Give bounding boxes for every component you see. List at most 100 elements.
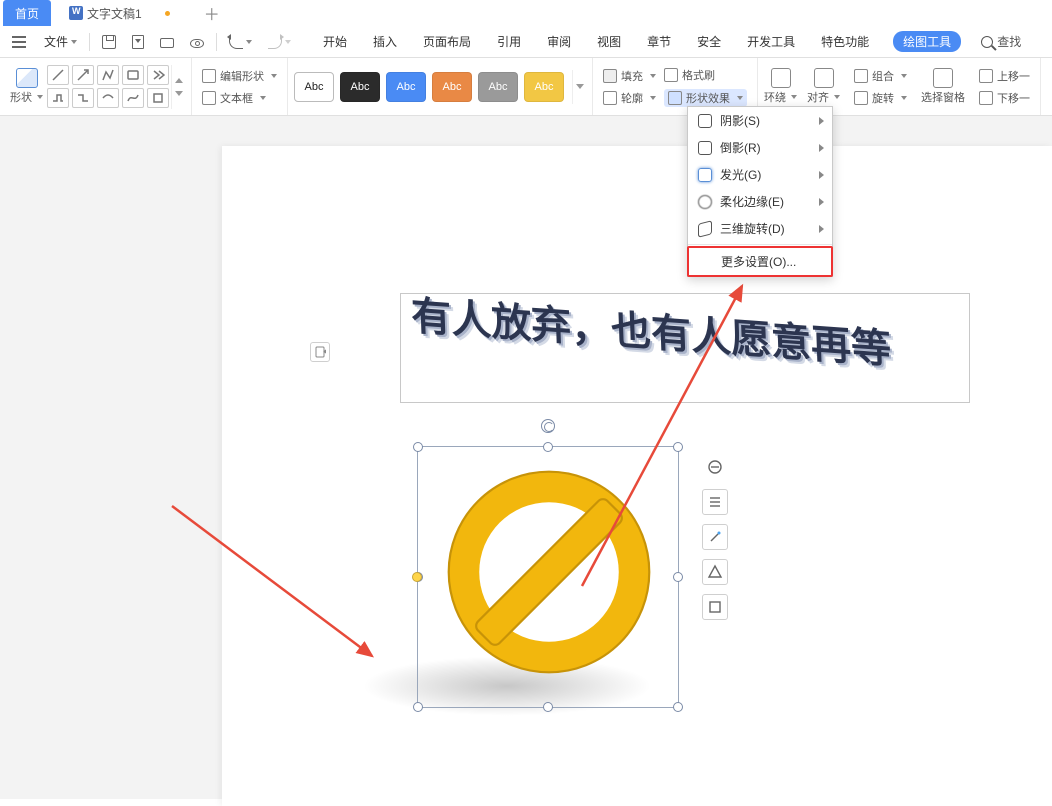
caret-icon	[71, 40, 77, 44]
resize-handle[interactable]	[673, 702, 683, 712]
dd-more-label: 更多设置(O)...	[721, 253, 796, 270]
document-tabs: 首页 文字文稿1 ＋	[0, 0, 1052, 26]
chevron-down-icon	[576, 84, 584, 89]
movedn-button[interactable]: 下移一	[979, 90, 1030, 106]
mt-effect[interactable]	[702, 594, 728, 620]
dd-reflection[interactable]: 倒影(R)	[688, 134, 832, 161]
wrap-button[interactable]: 环绕	[764, 68, 797, 105]
mt-wrap[interactable]	[702, 489, 728, 515]
mt-layout[interactable]	[702, 454, 728, 480]
tab-review[interactable]: 审阅	[545, 31, 573, 52]
fmtpainter-label: 格式刷	[682, 67, 715, 83]
ribbon-group-edit: 编辑形状 文本框	[192, 58, 288, 115]
tab-layout[interactable]: 页面布局	[421, 31, 473, 52]
preset-dark[interactable]: Abc	[340, 72, 380, 102]
doc-icon	[69, 6, 83, 20]
align-button[interactable]: 对齐	[807, 68, 840, 105]
menu-button[interactable]	[6, 32, 34, 52]
moveup-button[interactable]: 上移一	[979, 68, 1030, 84]
search-button[interactable]: 查找	[981, 33, 1021, 50]
sub-arrow-icon	[819, 225, 824, 233]
dd-shadow[interactable]: 阴影(S)	[688, 107, 832, 134]
effect-label: 形状效果	[686, 90, 730, 106]
tab-new[interactable]: ＋	[194, 0, 230, 26]
preset-blue[interactable]: Abc	[386, 72, 426, 102]
effect-icon	[668, 91, 682, 105]
export-button[interactable]	[126, 33, 150, 51]
annotation-highlight: 更多设置(O)...	[687, 246, 833, 277]
tab-view[interactable]: 视图	[595, 31, 623, 52]
group-label: 组合	[872, 68, 894, 84]
outline-icon	[603, 91, 617, 105]
redo-button[interactable]	[262, 33, 297, 51]
no-sign-shape[interactable]	[440, 463, 658, 681]
selpane-icon	[933, 68, 953, 88]
preset-gray[interactable]: Abc	[478, 72, 518, 102]
preset-yellow[interactable]: Abc	[524, 72, 564, 102]
gallery-more[interactable]	[171, 65, 185, 109]
sub-arrow-icon	[819, 171, 824, 179]
selpane-button[interactable]: 选择窗格	[921, 68, 965, 105]
selected-shape-frame[interactable]	[417, 446, 679, 708]
rotate-handle[interactable]	[541, 419, 555, 433]
resize-handle[interactable]	[543, 442, 553, 452]
floating-layout-button[interactable]	[310, 342, 330, 362]
tab-special[interactable]: 特色功能	[819, 31, 871, 52]
shape-gallery[interactable]	[47, 65, 169, 108]
tab-security[interactable]: 安全	[695, 31, 723, 52]
tab-document[interactable]: 文字文稿1	[57, 0, 154, 26]
wordart-title[interactable]: 有人放弃，也有人愿意再等	[400, 293, 970, 403]
preset-white[interactable]: Abc	[294, 72, 334, 102]
editshape-icon	[202, 69, 216, 83]
resize-handle[interactable]	[673, 572, 683, 582]
hamburger-icon	[12, 34, 28, 50]
group-button[interactable]: 组合	[854, 68, 907, 84]
tab-reference[interactable]: 引用	[495, 31, 523, 52]
rot3d-icon	[698, 220, 712, 237]
fmtpainter-button[interactable]: 格式刷	[664, 67, 747, 83]
effect-button[interactable]: 形状效果	[664, 89, 747, 107]
file-menu[interactable]: 文件	[38, 31, 83, 52]
paintbrush-icon	[664, 68, 678, 82]
wrap-label: 环绕	[764, 89, 786, 105]
dd-more-settings[interactable]: 更多设置(O)...	[689, 248, 831, 275]
tab-drawing[interactable]: 绘图工具	[893, 31, 961, 52]
textbox-button[interactable]: 文本框	[202, 90, 277, 106]
adjust-handle[interactable]	[410, 570, 424, 584]
fill-icon	[603, 69, 617, 83]
tab-home[interactable]: 首页	[3, 0, 51, 26]
resize-handle[interactable]	[413, 442, 423, 452]
caret-icon	[260, 96, 266, 100]
mt-fill[interactable]	[702, 524, 728, 550]
edit-shape-button[interactable]: 编辑形状	[202, 68, 277, 84]
textbox-icon	[202, 91, 216, 105]
tab-start[interactable]: 开始	[321, 31, 349, 52]
resize-handle[interactable]	[413, 702, 423, 712]
rotate-button[interactable]: 旋转	[854, 90, 907, 106]
dd-glow[interactable]: 发光(G)	[688, 161, 832, 188]
fill-button[interactable]: 填充	[603, 68, 656, 84]
tab-devtools[interactable]: 开发工具	[745, 31, 797, 52]
tab-doc-label: 文字文稿1	[87, 5, 142, 22]
tab-chapter[interactable]: 章节	[645, 31, 673, 52]
shape-dropdown[interactable]: 形状	[10, 68, 43, 105]
tab-insert[interactable]: 插入	[371, 31, 399, 52]
ribbon: 形状 编辑形状 文本框 Abc Abc Abc Ab	[0, 58, 1052, 116]
presets-more[interactable]	[572, 70, 586, 104]
mt-outline[interactable]	[702, 559, 728, 585]
workspace: 有人放弃，也有人愿意再等	[0, 116, 1052, 799]
resize-handle[interactable]	[543, 702, 553, 712]
preview-button[interactable]	[184, 33, 210, 50]
dd-3drotate[interactable]: 三维旋转(D)	[688, 215, 832, 242]
document-page[interactable]: 有人放弃，也有人愿意再等	[222, 146, 1052, 806]
resize-handle[interactable]	[673, 442, 683, 452]
dd-softedge[interactable]: 柔化边缘(E)	[688, 188, 832, 215]
undo-button[interactable]	[223, 33, 258, 51]
moveup-label: 上移一	[997, 68, 1030, 84]
print-button[interactable]	[154, 33, 180, 50]
outline-button[interactable]: 轮廓	[603, 90, 656, 106]
save-button[interactable]	[96, 33, 122, 51]
dd-glow-label: 发光(G)	[720, 166, 761, 183]
fill-label: 填充	[621, 68, 643, 84]
preset-orange[interactable]: Abc	[432, 72, 472, 102]
